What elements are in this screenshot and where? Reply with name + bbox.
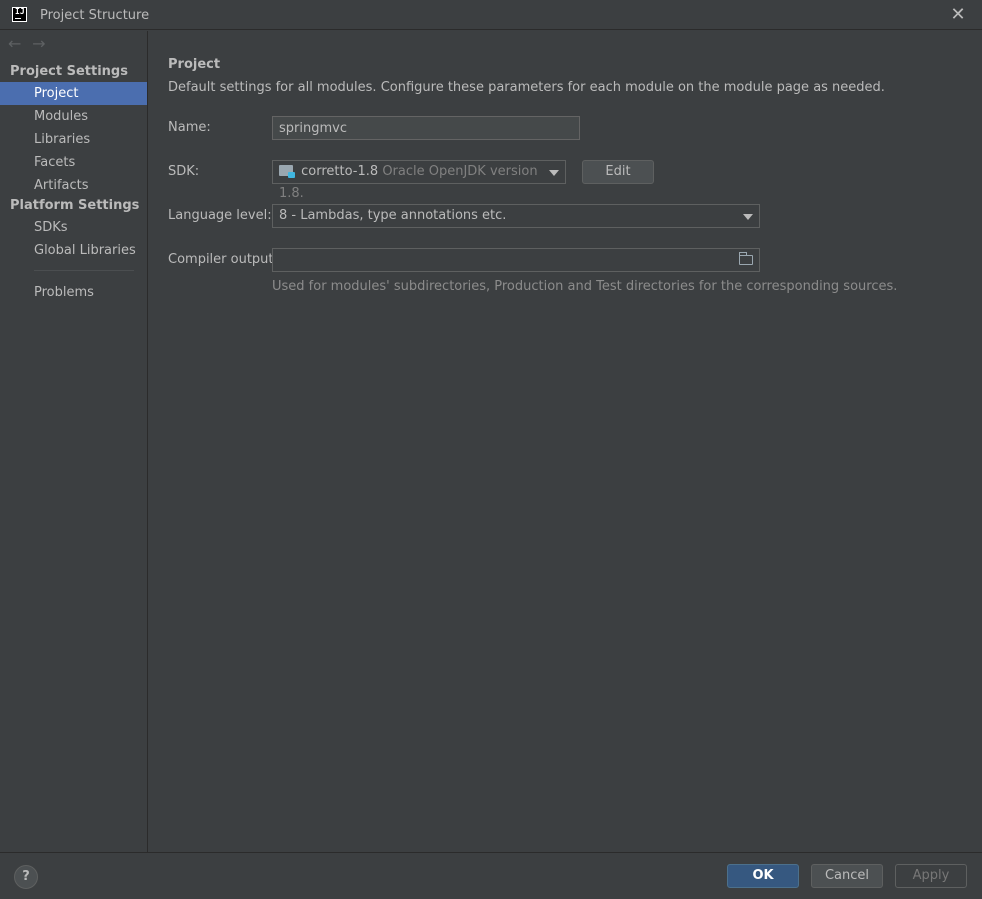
window-title: Project Structure xyxy=(40,8,150,23)
sidebar-divider xyxy=(34,270,134,271)
intellij-logo-icon: IJ xyxy=(12,7,27,22)
forward-arrow-icon[interactable]: → xyxy=(32,35,52,53)
page-title: Project xyxy=(168,57,221,72)
project-name-input[interactable] xyxy=(272,116,580,140)
sdk-label: SDK: xyxy=(168,164,200,179)
edit-sdk-button[interactable]: Edit xyxy=(582,160,654,184)
project-structure-dialog: IJ Project Structure ✕ ← → Project Setti… xyxy=(0,0,982,899)
logo-text: IJ xyxy=(15,7,25,16)
title-bar: IJ Project Structure ✕ xyxy=(0,0,982,30)
nav-arrows: ← → xyxy=(8,35,52,55)
page-description: Default settings for all modules. Config… xyxy=(168,80,885,95)
sidebar-item-sdks[interactable]: SDKs xyxy=(0,216,147,239)
sidebar-item-artifacts[interactable]: Artifacts xyxy=(0,174,147,197)
sidebar-item-modules[interactable]: Modules xyxy=(0,105,147,128)
name-label: Name: xyxy=(168,120,211,135)
cancel-button[interactable]: Cancel xyxy=(811,864,883,888)
language-level-value: 8 - Lambdas, type annotations etc. xyxy=(279,208,507,223)
language-level-dropdown[interactable]: 8 - Lambdas, type annotations etc. xyxy=(272,204,760,228)
sdk-dropdown[interactable]: corretto-1.8 Oracle OpenJDK version 1.8. xyxy=(272,160,566,201)
sidebar-item-libraries[interactable]: Libraries xyxy=(0,128,147,151)
project-settings-panel: Project Default settings for all modules… xyxy=(149,31,982,852)
sidebar-item-problems[interactable]: Problems xyxy=(0,281,147,304)
sdk-name: corretto-1.8 xyxy=(301,164,379,179)
back-arrow-icon[interactable]: ← xyxy=(8,35,28,53)
sidebar-item-global-libraries[interactable]: Global Libraries xyxy=(0,239,147,262)
apply-button[interactable]: Apply xyxy=(895,864,967,888)
chevron-down-icon xyxy=(549,170,559,176)
close-icon[interactable]: ✕ xyxy=(950,6,966,24)
browse-folder-icon[interactable] xyxy=(739,252,753,265)
dialog-footer: ? OK Cancel Apply xyxy=(0,852,982,899)
compiler-output-field[interactable] xyxy=(272,248,760,272)
help-icon[interactable]: ? xyxy=(14,865,38,889)
chevron-down-icon xyxy=(743,214,753,220)
sdk-folder-icon xyxy=(279,165,295,178)
sidebar: ← → Project Settings Project Modules Lib… xyxy=(0,31,148,852)
ok-button[interactable]: OK xyxy=(727,864,799,888)
platform-settings-header: Platform Settings xyxy=(10,198,140,213)
compiler-output-label: Compiler output: xyxy=(168,252,278,267)
sidebar-item-project[interactable]: Project xyxy=(0,82,147,105)
project-settings-header: Project Settings xyxy=(10,64,128,79)
compiler-output-hint: Used for modules' subdirectories, Produc… xyxy=(272,279,898,294)
language-level-label: Language level: xyxy=(168,208,272,223)
sidebar-item-facets[interactable]: Facets xyxy=(0,151,147,174)
